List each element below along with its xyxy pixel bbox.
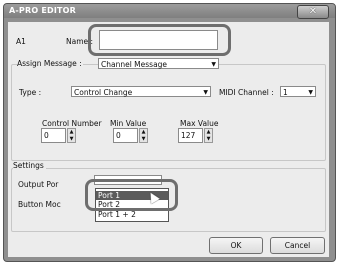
- close-button[interactable]: ✕: [297, 5, 329, 19]
- assign-message-select[interactable]: Channel Message ▼: [98, 58, 219, 69]
- assign-message-label: Assign Message :: [17, 59, 83, 68]
- control-number-label: Control Number: [42, 119, 102, 128]
- midi-channel-label: MIDI Channel :: [219, 88, 274, 97]
- output-port-label: Output Por: [18, 180, 59, 189]
- close-icon: ✕: [308, 6, 318, 17]
- output-port-option-3[interactable]: Port 1 + 2: [96, 210, 168, 219]
- assign-message-value: Channel Message: [101, 60, 168, 69]
- assign-group: [11, 64, 326, 161]
- editor-window: A-PRO EDITOR ✕ A1 Name : Assign Message …: [3, 3, 336, 262]
- chevron-down-icon: ▼: [211, 61, 216, 68]
- control-number-input[interactable]: 0: [41, 128, 66, 143]
- max-value-input[interactable]: 127: [178, 128, 203, 143]
- title-bar[interactable]: A-PRO EDITOR ✕: [4, 4, 335, 19]
- arrow-down-icon[interactable]: ▼: [68, 136, 75, 143]
- chevron-down-icon: ▼: [203, 89, 208, 96]
- slot-label: A1: [16, 37, 26, 46]
- min-value-label: Min Value: [110, 119, 147, 128]
- min-value-stepper[interactable]: ▲ ▼: [139, 128, 148, 143]
- min-value-value: 0: [116, 131, 121, 140]
- midi-channel-value: 1: [283, 88, 288, 97]
- control-number-stepper[interactable]: ▲ ▼: [67, 128, 76, 143]
- type-label: Type :: [19, 88, 42, 97]
- max-value-stepper[interactable]: ▲ ▼: [204, 128, 213, 143]
- dialog-body: A1 Name : Assign Message : Channel Messa…: [8, 22, 329, 257]
- port-highlight: [85, 179, 178, 211]
- max-value-label: Max Value: [180, 119, 219, 128]
- type-value: Control Change: [74, 88, 133, 97]
- type-select[interactable]: Control Change ▼: [71, 86, 211, 97]
- ok-button[interactable]: OK: [209, 237, 263, 254]
- cancel-button[interactable]: Cancel: [270, 237, 325, 254]
- min-value-input[interactable]: 0: [113, 128, 138, 143]
- name-highlight: [88, 24, 231, 56]
- arrow-down-icon[interactable]: ▼: [140, 136, 147, 143]
- max-value-value: 127: [181, 131, 196, 140]
- button-mode-label: Button Moc: [18, 200, 61, 209]
- control-number-value: 0: [44, 131, 49, 140]
- window-title: A-PRO EDITOR: [9, 6, 77, 15]
- settings-label: Settings: [13, 161, 46, 170]
- chevron-down-icon: ▼: [308, 89, 313, 96]
- midi-channel-select[interactable]: 1 ▼: [280, 86, 316, 97]
- arrow-down-icon[interactable]: ▼: [205, 136, 212, 143]
